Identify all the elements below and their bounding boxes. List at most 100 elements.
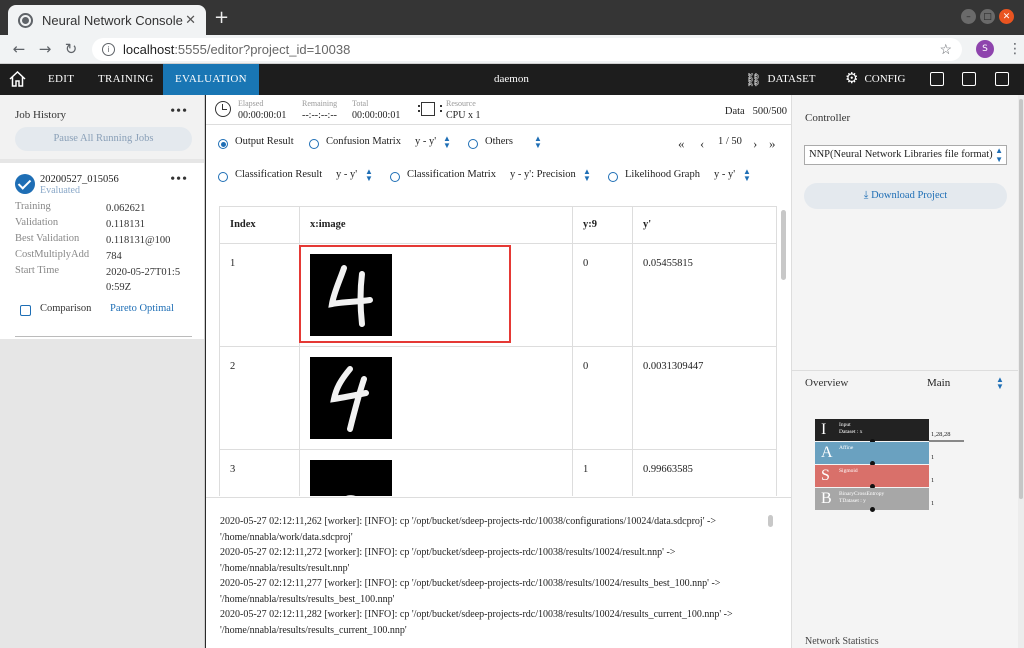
others-select-arrows-icon[interactable]: ▲ ▼ [534,135,542,150]
classification-result-label[interactable]: Classification Result [235,169,322,180]
classification-matrix-label[interactable]: Classification Matrix [407,169,496,180]
classification-result-select[interactable]: y - y' [336,169,357,180]
layer-letter: S [821,467,830,484]
comparison-checkbox[interactable] [20,305,31,316]
tab-edit[interactable]: EDIT [36,64,86,95]
save-as-icon[interactable] [962,72,976,86]
fullscreen-icon[interactable] [995,72,1009,86]
forward-icon[interactable]: → [32,40,58,58]
home-icon[interactable] [9,71,26,87]
back-icon[interactable]: ← [6,40,32,58]
radio-classification-result[interactable] [218,172,228,182]
profile-avatar[interactable]: S [976,40,994,58]
bookmark-star-icon[interactable]: ☆ [939,41,952,58]
col-index[interactable]: Index [219,206,300,244]
table-row[interactable]: 3 1 0.99663585 [219,449,777,496]
tab-evaluation[interactable]: EVALUATION [163,64,259,95]
elapsed-value: 00:00:00:01 [238,110,287,121]
job-status: Evaluated [40,185,80,196]
radio-likelihood-graph[interactable] [608,172,618,182]
remaining-value: --:--:--:-- [302,110,337,121]
output-result-label[interactable]: Output Result [235,136,294,147]
layer-input[interactable]: I Input Dataset : x [815,419,929,441]
cell-image [299,346,573,450]
stat-value-validation: 0.118131 [106,219,145,230]
table-row[interactable]: 2 0 0.0031309447 [219,346,777,450]
radio-others[interactable] [468,139,478,149]
job-more-icon[interactable]: ••• [170,172,188,188]
cell-y-prime: 0.99663585 [632,449,777,496]
page-indicator: 1 / 50 [718,136,742,147]
layer-name: Sigmoid [839,468,858,474]
layer-letter: A [821,444,833,461]
site-info-icon[interactable]: i [102,42,115,56]
url-input[interactable]: i localhost:5555/editor?project_id=10038… [92,37,962,61]
browser-menu-icon[interactable]: ⋮ [1008,41,1022,57]
window-close-icon[interactable]: ✕ [999,9,1014,24]
maximize-icon[interactable]: □ [980,9,995,24]
log-scrollbar[interactable] [768,515,773,527]
classification-matrix-select[interactable]: y - y': Precision [510,169,576,180]
first-page-icon[interactable]: « [678,136,685,152]
col-x-image[interactable]: x:image [299,206,573,244]
log-line: '/home/nnabla/results/results_current_10… [220,625,407,636]
stat-label-best-validation: Best Validation [15,233,80,244]
digit-image [310,357,392,439]
table-row[interactable]: 1 0 0.05455815 [219,243,777,347]
network-statistics-title: Network Statistics [805,636,879,647]
others-label[interactable]: Others [485,136,513,147]
radio-output-result[interactable] [218,139,228,149]
likelihood-arrows-icon[interactable]: ▲ ▼ [743,168,751,183]
classification-matrix-arrows-icon[interactable]: ▲ ▼ [583,168,591,183]
data-count: Data 500/500 [724,106,787,117]
browser-tab[interactable]: Neural Network Console ✕ [8,5,206,35]
new-tab-icon[interactable]: + [214,7,229,28]
cell-image [299,449,573,496]
next-page-icon[interactable]: › [753,136,757,152]
dataset-button[interactable]: ⛓ DATASET [745,64,816,95]
radio-confusion-matrix[interactable] [309,139,319,149]
save-icon[interactable] [930,72,944,86]
reload-icon[interactable]: ↻ [58,40,84,58]
confusion-matrix-label[interactable]: Confusion Matrix [326,136,401,147]
stat-value-cost: 784 [106,251,122,262]
classification-options-row: Classification Result y - y' ▲ ▼ Classifi… [206,167,791,187]
download-project-button[interactable]: ⤓ Download Project [804,183,1007,209]
confusion-select[interactable]: y - y' [415,136,436,147]
link-icon: ⛓ [745,72,762,87]
col-y[interactable]: y:9 [572,206,633,244]
clock-icon [215,101,231,117]
tab-close-icon[interactable]: ✕ [185,13,196,28]
pareto-optimal-link[interactable]: Pareto Optimal [110,303,174,314]
job-name: 20200527_015056 [40,174,119,185]
config-button[interactable]: ⚙ CONFIG [845,64,905,95]
radio-classification-matrix[interactable] [390,172,400,182]
overview-select[interactable]: Main [927,377,950,389]
classification-result-arrows-icon[interactable]: ▲ ▼ [365,168,373,183]
export-format-value: NNP(Neural Network Libraries file format… [809,149,993,160]
likelihood-select[interactable]: y - y' [714,169,735,180]
likelihood-graph-label[interactable]: Likelihood Graph [625,169,700,180]
cell-y-prime: 0.0031309447 [632,346,777,450]
last-page-icon[interactable]: » [769,136,776,152]
overview-select-arrows-icon[interactable]: ▲ ▼ [996,376,1004,391]
col-y-prime[interactable]: y' [632,206,777,244]
log-line: 2020-05-27 02:12:11,277 [worker]: [INFO]… [220,578,721,589]
table-scrollbar[interactable] [781,210,786,280]
chrome-favicon-icon [18,12,33,28]
prev-page-icon[interactable]: ‹ [700,136,704,152]
log-line: 2020-05-27 02:12:11,272 [worker]: [INFO]… [220,547,676,558]
job-card[interactable]: 20200527_015056 Evaluated ••• Training 0… [0,163,204,339]
confusion-select-arrows-icon[interactable]: ▲ ▼ [443,135,451,150]
pause-all-jobs-button[interactable]: Pause All Running Jobs [15,127,192,151]
comparison-label: Comparison [40,303,92,314]
status-bar: Elapsed 00:00:00:01 Remaining --:--:--:-… [206,95,791,125]
total-value: 00:00:00:01 [352,110,401,121]
more-options-icon[interactable]: ••• [170,104,188,120]
right-panel-scrollbar[interactable] [1018,95,1024,648]
minimize-icon[interactable]: – [961,9,976,24]
stat-label-validation: Validation [15,217,59,228]
tab-training[interactable]: TRAINING [86,64,166,95]
stat-label-cost: CostMultiplyAdd [15,249,90,260]
export-format-select[interactable]: NNP(Neural Network Libraries file format… [804,145,1007,165]
